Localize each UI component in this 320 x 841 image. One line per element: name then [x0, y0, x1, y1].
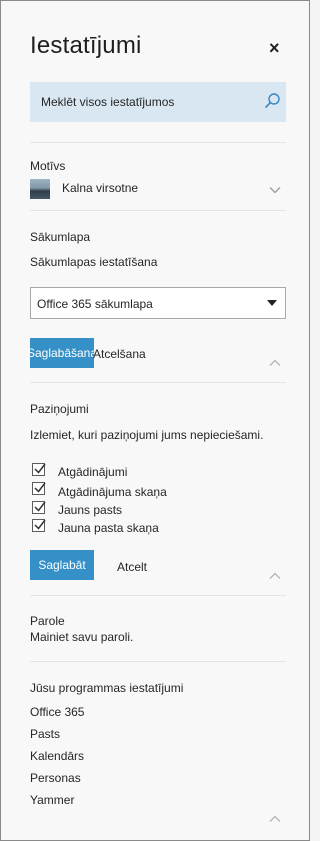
search-input[interactable]: [30, 82, 260, 122]
theme-thumbnail: [30, 179, 50, 199]
select-value: Office 365 sākumlapa: [37, 297, 153, 311]
home-cancel-button[interactable]: Atcelšana: [93, 347, 146, 361]
home-heading: Sākumlapa: [30, 230, 91, 244]
search-box: [30, 82, 286, 122]
chevron-up-icon[interactable]: [269, 815, 281, 823]
new-mail-sound-label: Jauna pasta skaņa: [58, 521, 159, 535]
app-link-office365[interactable]: Office 365: [30, 705, 84, 719]
divider: [30, 142, 286, 143]
divider: [30, 595, 286, 596]
theme-name: Kalna virsotne: [62, 181, 139, 195]
reminder-sound-checkbox[interactable]: [32, 482, 46, 495]
chevron-up-icon[interactable]: [269, 359, 281, 367]
chevron-up-icon[interactable]: [269, 572, 281, 580]
divider: [30, 382, 286, 383]
home-subheading: Sākumlapas iestatīšana: [30, 255, 158, 269]
new-mail-label: Jauns pasts: [58, 503, 123, 517]
notifications-description: Izlemiet, kuri paziņojumi jums nepiecieš…: [30, 428, 264, 442]
new-mail-sound-checkbox[interactable]: [32, 519, 46, 532]
caret-down-icon: [267, 300, 277, 306]
chevron-down-icon[interactable]: [269, 186, 281, 194]
divider: [30, 661, 286, 662]
theme-heading: Motīvs: [30, 159, 66, 173]
app-settings-heading: Jūsu programmas iestatījumi: [30, 681, 184, 695]
settings-panel: Iestatījumi × Motīvs Kalna virsotne Sāku…: [0, 0, 310, 841]
reminders-label: Atgādinājumi: [58, 465, 128, 479]
new-mail-checkbox[interactable]: [32, 501, 46, 514]
home-save-button[interactable]: Saglabāšana: [26, 338, 98, 368]
home-save-label: Saglabāšana: [26, 346, 98, 360]
divider: [30, 210, 286, 211]
change-password-link[interactable]: Mainiet savu paroli.: [30, 630, 133, 644]
app-link-yammer[interactable]: Yammer: [30, 793, 74, 807]
search-icon[interactable]: [263, 92, 281, 110]
close-icon[interactable]: ×: [269, 38, 280, 58]
notifications-cancel-button[interactable]: Atcelt: [117, 560, 147, 574]
reminder-sound-label: Atgādinājuma skaņa: [58, 485, 167, 499]
panel-title: Iestatījumi: [30, 32, 142, 59]
notifications-heading: Paziņojumi: [30, 402, 89, 416]
home-page-select[interactable]: Office 365 sākumlapa: [30, 287, 286, 319]
notifications-save-label: Saglabāt: [38, 558, 86, 572]
app-link-people[interactable]: Personas: [30, 771, 81, 785]
app-link-mail[interactable]: Pasts: [30, 727, 60, 741]
notifications-save-button[interactable]: Saglabāt: [30, 550, 94, 580]
app-link-calendar[interactable]: Kalendārs: [30, 749, 84, 763]
password-heading: Parole: [30, 614, 65, 628]
reminders-checkbox[interactable]: [32, 463, 46, 476]
